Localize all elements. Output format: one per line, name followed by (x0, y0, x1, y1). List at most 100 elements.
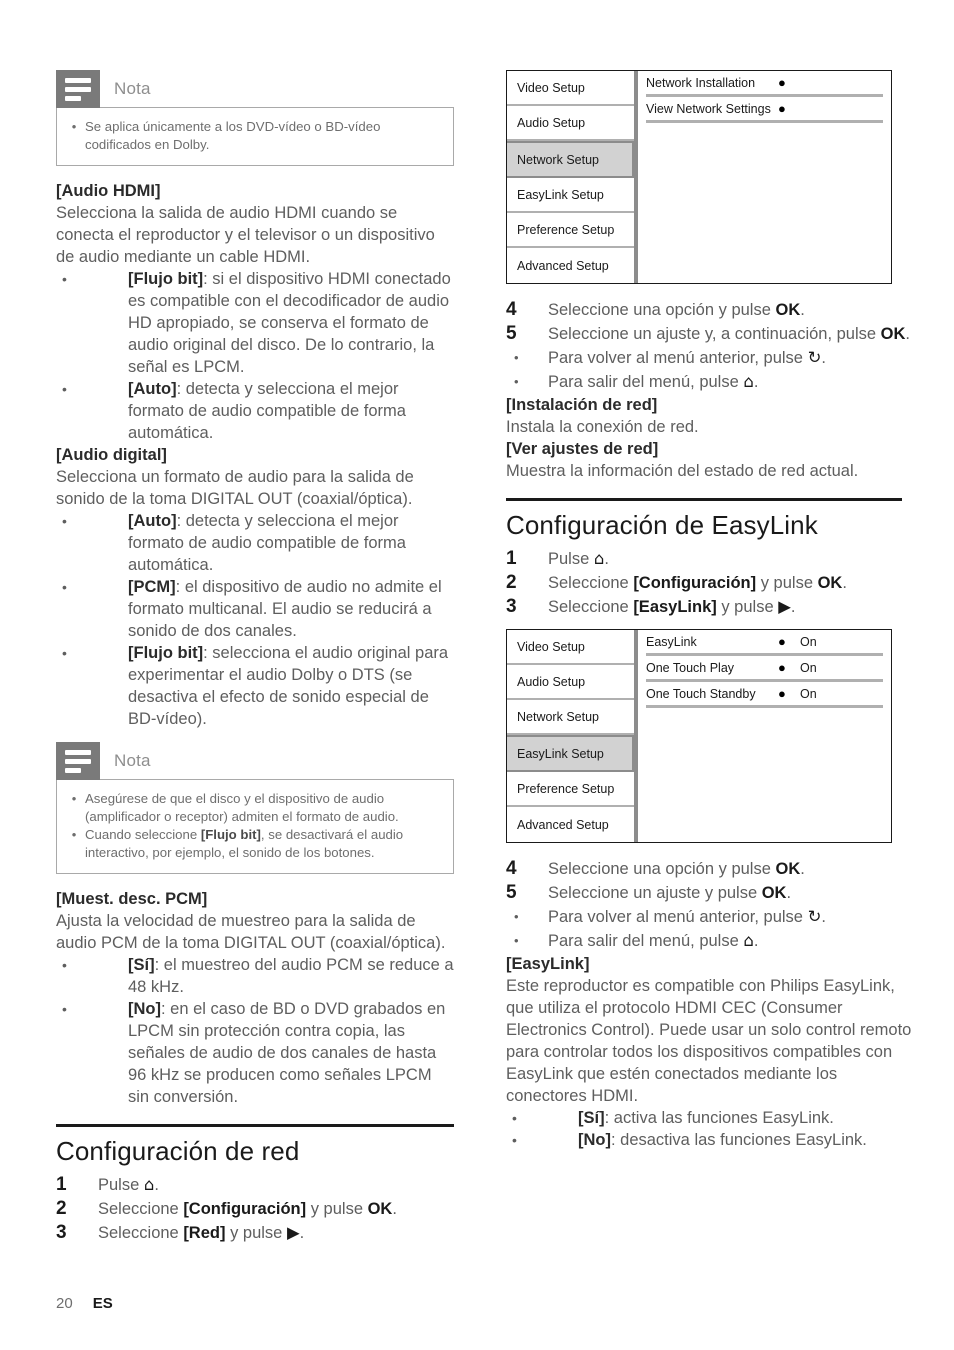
list-item-text: [Flujo bit]: si el dispositivo HDMI cone… (128, 268, 456, 378)
step-text-post: . (800, 301, 805, 319)
bullets-audio-digital: • [Auto]: detecta y selecciona el mejor … (56, 510, 456, 730)
bullet-glyph: • (62, 579, 67, 595)
selection-dot-icon: ● (778, 686, 786, 701)
menu-ref: [EasyLink] (633, 598, 717, 616)
step-text-pre: Seleccione una opción y pulse (548, 860, 776, 878)
play-right-arrow-icon: ▶ (286, 1223, 300, 1242)
substep-text: Para salir del menú, pulse ⌂. (548, 370, 914, 394)
page-number: 20 (56, 1295, 73, 1312)
note-list-item: • Cuando seleccione [Flujo bit], se desa… (63, 826, 441, 861)
menu-option-easylink[interactable]: EasyLink ● On (646, 630, 883, 656)
home-icon: ⌂ (743, 931, 754, 950)
step-text: Seleccione [Configuración] y pulse OK. (548, 571, 914, 595)
section-title-easylink: Configuración de EasyLink (506, 510, 818, 540)
bullet-glyph: • (512, 1110, 517, 1126)
step-text-pre: Seleccione (98, 1200, 184, 1218)
substep-item: • Para salir del menú, pulse ⌂. (506, 370, 914, 394)
note-text-pre: Cuando seleccione (85, 827, 201, 842)
substep-text-pre: Para volver al menú anterior, pulse (548, 908, 808, 926)
note-icon (56, 70, 100, 108)
home-icon: ⌂ (743, 372, 754, 391)
menu-item-network-setup[interactable]: Network Setup (507, 700, 634, 735)
step-text-post: . (800, 860, 805, 878)
heading-instalacion-de-red: [Instalación de red] (506, 396, 658, 414)
substep-text-pre: Para salir del menú, pulse (548, 932, 744, 950)
menu-option-one-touch-standby[interactable]: One Touch Standby ● On (646, 682, 883, 708)
step-text-pre: Seleccione (548, 574, 634, 592)
option-label: [Flujo bit] (128, 644, 204, 662)
menu-item-advanced-setup[interactable]: Advanced Setup (507, 248, 634, 283)
note-title: Nota (114, 79, 151, 98)
option-label: [Auto] (128, 512, 177, 530)
menu-option-view-network-settings[interactable]: View Network Settings ● (646, 97, 883, 123)
menu-item-preference-setup[interactable]: Preference Setup (507, 772, 634, 807)
bullet-glyph: • (62, 271, 67, 287)
menu-item-easylink-setup[interactable]: EasyLink Setup (507, 178, 634, 213)
step-number: 2 (506, 572, 517, 593)
list-item-text: [No]: en el caso de BD o DVD grabados en… (128, 998, 456, 1108)
step-text-pre: Seleccione una opción y pulse (548, 301, 776, 319)
menu-option-network-installation[interactable]: Network Installation ● (646, 71, 883, 97)
play-right-arrow-icon: ▶ (778, 597, 791, 616)
list-item-text: [Auto]: detecta y selecciona el mejor fo… (128, 378, 456, 444)
selection-dot-icon: ● (778, 75, 786, 90)
selection-dot-icon: ● (778, 101, 786, 116)
bullet-glyph: • (62, 957, 67, 973)
substep-text-post: . (821, 908, 826, 926)
menu-item-advanced-setup[interactable]: Advanced Setup (507, 807, 634, 842)
step-text-mid: y pulse (716, 598, 779, 616)
heading-audio-hdmi: [Audio HDMI] (56, 182, 161, 200)
menu-right-panel: EasyLink ● On One Touch Play ● On One To… (638, 630, 891, 842)
section-easylink-setup: Configuración de EasyLink 1 Pulse ⌂. 2 S… (506, 498, 914, 619)
list-item-text: [Sí]: el muestreo del audio PCM se reduc… (128, 954, 456, 998)
step-item: 3 Seleccione [EasyLink] y pulse ▶. (506, 595, 914, 619)
section-divider (506, 498, 902, 501)
step-number: 5 (506, 882, 517, 903)
substep-text: Para volver al menú anterior, pulse ↻. (548, 346, 914, 370)
heading-easylink-definition: [EasyLink] (506, 955, 590, 973)
note-list-item: • Se aplica únicamente a los DVD-vídeo o… (63, 118, 441, 153)
ok-button-ref: OK (775, 860, 801, 878)
menu-item-video-setup[interactable]: Video Setup (507, 630, 634, 665)
left-column: Nota • Se aplica únicamente a los DVD-ví… (56, 70, 456, 1245)
bullet-glyph: • (71, 119, 77, 134)
menu-left-panel: Video Setup Audio Setup Network Setup Ea… (507, 630, 638, 842)
steps-easylink-continued: 4 Seleccione una opción y pulse OK. 5 Se… (506, 857, 914, 905)
menu-item-video-setup[interactable]: Video Setup (507, 71, 634, 106)
menu-ref: [Red] (183, 1224, 226, 1242)
bullet-glyph: • (62, 1001, 67, 1017)
list-item: • [Sí]: el muestreo del audio PCM se red… (56, 954, 456, 998)
step-text-pre: Seleccione (98, 1224, 184, 1242)
option-label: EasyLink (646, 634, 697, 649)
section-network-setup: Configuración de red 1 Pulse ⌂. 2 Selecc… (56, 1124, 456, 1245)
list-item: • [Sí]: activa las funciones EasyLink. (506, 1107, 914, 1129)
step-number: 4 (506, 299, 517, 320)
menu-ref: [Configuración] (183, 1200, 307, 1218)
list-item-text: [PCM]: el dispositivo de audio no admite… (128, 576, 456, 642)
substep-text-post: . (821, 349, 826, 367)
list-item: • [PCM]: el dispositivo de audio no admi… (56, 576, 456, 642)
step-item: 2 Seleccione [Configuración] y pulse OK. (56, 1197, 456, 1221)
step-item: 4 Seleccione una opción y pulse OK. (506, 298, 914, 322)
menu-item-audio-setup[interactable]: Audio Setup (507, 106, 634, 141)
step-number: 4 (506, 858, 517, 879)
ok-button-ref: OK (775, 301, 801, 319)
note-item-text: Se aplica únicamente a los DVD-vídeo o B… (85, 119, 381, 152)
menu-item-easylink-setup[interactable]: EasyLink Setup (507, 735, 634, 772)
home-icon: ⌂ (143, 1175, 155, 1194)
step-text-post: . (392, 1200, 397, 1218)
step-number: 3 (506, 596, 517, 617)
body-ver-ajustes-de-red: Muestra la información del estado de red… (506, 462, 859, 480)
substep-text-post: . (753, 932, 759, 950)
option-value: On (800, 686, 817, 701)
menu-item-network-setup[interactable]: Network Setup (507, 141, 634, 178)
note-item-text: Asegúrese de que el disco y el dispositi… (85, 791, 399, 824)
menu-item-preference-setup[interactable]: Preference Setup (507, 213, 634, 248)
list-item: • [Auto]: detecta y selecciona el mejor … (56, 378, 456, 444)
list-item: • [Flujo bit]: si el dispositivo HDMI co… (56, 268, 456, 378)
step-text-pre: Pulse (548, 550, 594, 568)
menu-option-one-touch-play[interactable]: One Touch Play ● On (646, 656, 883, 682)
list-item: • [Auto]: detecta y selecciona el mejor … (56, 510, 456, 576)
bullet-glyph: • (514, 933, 519, 948)
menu-item-audio-setup[interactable]: Audio Setup (507, 665, 634, 700)
